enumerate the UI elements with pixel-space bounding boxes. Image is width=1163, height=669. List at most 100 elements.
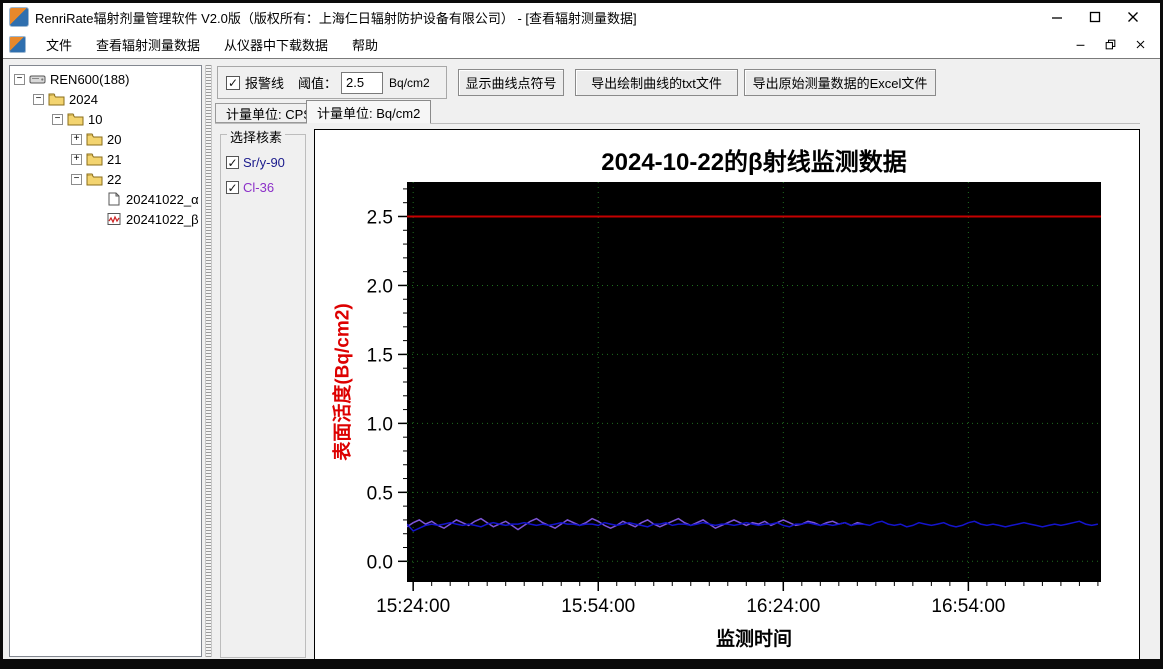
nuclide-select-panel: 选择核素 ✓ Sr/y-90 ✓ Cl-36 [220, 127, 306, 658]
window-controls [1038, 6, 1160, 28]
tree-item-label: 20241022_α [126, 191, 199, 207]
nuclide-panel-title: 选择核素 [227, 127, 286, 146]
menu-item-1[interactable]: 查看辐射测量数据 [84, 31, 212, 58]
restore-icon [1105, 39, 1115, 50]
x-tick-label: 15:54:00 [561, 596, 635, 617]
panel-splitter[interactable] [205, 65, 212, 657]
threshold-unit-label: Bq/cm2 [389, 75, 430, 90]
y-tick-label: 1.0 [367, 414, 393, 435]
folder-icon [86, 132, 103, 146]
app-window: RenriRate辐射剂量管理软件 V2.0版（版权所有：上海仁日辐射防护设备有… [0, 0, 1163, 669]
tree-item-label: REN600(188) [50, 71, 130, 87]
maximize-icon [1089, 11, 1101, 23]
app-logo-icon [9, 7, 29, 27]
tree-item-20[interactable]: +20 [10, 129, 201, 149]
mdi-close-button[interactable] [1130, 37, 1150, 53]
maximize-button[interactable] [1076, 6, 1114, 28]
menu-item-2[interactable]: 从仪器中下载数据 [212, 31, 340, 58]
close-button[interactable] [1114, 6, 1152, 28]
x-tick-label: 16:24:00 [746, 596, 820, 617]
chart-title: 2024-10-22的β射线监测数据 [601, 149, 907, 176]
tree-item-label: 20 [107, 131, 122, 147]
minimize-button[interactable] [1038, 6, 1076, 28]
x-tick-label: 16:54:00 [931, 596, 1005, 617]
mdi-window-controls [1070, 37, 1160, 53]
nuclide-checkbox-Sr/y-90[interactable]: ✓ [226, 156, 239, 169]
menu-item-0[interactable]: 文件 [34, 31, 84, 58]
mdi-child-icon [9, 36, 26, 53]
folder-icon [86, 172, 103, 186]
file-icon [105, 192, 122, 206]
tree-item-REN600(188)[interactable]: − REN600(188) [10, 69, 201, 89]
x-axis-label: 监测时间 [715, 629, 793, 650]
mdi-minimize-button[interactable] [1070, 37, 1090, 53]
nuclide-row-Sr/y-90: ✓ Sr/y-90 [226, 155, 305, 170]
folder-icon [86, 152, 103, 166]
device-icon [29, 72, 46, 86]
minimize-icon [1076, 44, 1084, 46]
tree-item-22[interactable]: − 22 [10, 169, 201, 189]
y-tick-label: 2.5 [367, 207, 393, 228]
x-tick-label: 15:24:00 [376, 596, 450, 617]
nuclide-label: Sr/y-90 [243, 155, 285, 170]
tree-item-20241022_α[interactable]: 20241022_α [10, 189, 201, 209]
nuclide-label: Cl-36 [243, 180, 275, 195]
tree-minus-expander-icon[interactable]: − [33, 93, 44, 105]
title-bar: RenriRate辐射剂量管理软件 V2.0版（版权所有：上海仁日辐射防护设备有… [3, 3, 1160, 31]
threshold-label: 阈值： [298, 76, 338, 91]
tree-minus-expander-icon[interactable]: − [71, 173, 82, 185]
tree-plus-expander-icon[interactable]: + [71, 153, 82, 165]
tree-item-label: 10 [88, 111, 103, 127]
chart-panel: 15:24:00 15:54:00 16:24:00 16:54:00 0.0 0.5 1.… [314, 129, 1140, 662]
alarm-line-label: 报警线 [245, 76, 285, 91]
tree-item-label: 2024 [69, 91, 98, 107]
y-tick-label: 2.0 [367, 276, 393, 297]
export-txt-button[interactable]: 导出绘制曲线的txt文件 [575, 69, 738, 96]
threshold-input[interactable] [341, 71, 384, 94]
tree-item-21[interactable]: +21 [10, 149, 201, 169]
tree-item-label: 20241022_β [126, 211, 199, 227]
window-title: RenriRate辐射剂量管理软件 V2.0版（版权所有：上海仁日辐射防护设备有… [35, 10, 637, 26]
tree-item-label: 22 [107, 171, 122, 187]
mdi-restore-button[interactable] [1100, 37, 1120, 53]
close-icon [1128, 12, 1138, 22]
minimize-icon [1052, 17, 1062, 19]
menu-bar: 文件 查看辐射测量数据 从仪器中下载数据 帮助 [3, 31, 1160, 59]
folder-icon [48, 92, 65, 106]
close-icon [1136, 40, 1144, 49]
chart-icon [105, 212, 122, 226]
tree-item-label: 21 [107, 151, 122, 167]
tree-item-2024[interactable]: − 2024 [10, 89, 201, 109]
tab-unit-bqcm2[interactable]: 计量单位: Bq/cm2 [306, 100, 432, 124]
chart-plot-svg: 15:24:00 15:54:00 16:24:00 16:54:00 0.0 0.5 1.… [367, 182, 1101, 617]
window-bottom-border [3, 659, 1160, 666]
show-curve-points-button[interactable]: 显示曲线点符号 [458, 69, 564, 96]
nuclide-checkbox-Cl-36[interactable]: ✓ [226, 181, 239, 194]
export-excel-button[interactable]: 导出原始测量数据的Excel文件 [744, 69, 936, 96]
nuclide-list: ✓ Sr/y-90 ✓ Cl-36 [221, 155, 305, 195]
nuclide-row-Cl-36: ✓ Cl-36 [226, 180, 305, 195]
device-data-tree: − REN600(188) −2024−10 +20 +21−22 20241022_α 2… [9, 65, 202, 657]
y-tick-label: 0.0 [367, 552, 393, 573]
tree-item-20241022_β[interactable]: 20241022_β [10, 209, 201, 229]
folder-icon [67, 112, 84, 126]
tree-minus-expander-icon[interactable]: − [52, 113, 63, 125]
menu-item-3[interactable]: 帮助 [340, 31, 390, 58]
tree-item-10[interactable]: − 10 [10, 109, 201, 129]
alarm-line-group: ✓ 报警线 阈值： Bq/cm2 [217, 66, 447, 99]
y-tick-label: 1.5 [367, 345, 393, 366]
plot-area [407, 182, 1101, 582]
y-tick-label: 0.5 [367, 483, 393, 504]
y-axis-label: 表面活度(Bq/cm2) [332, 303, 354, 461]
alarm-line-checkbox[interactable]: ✓ [226, 75, 240, 90]
tree-plus-expander-icon[interactable]: + [71, 133, 82, 145]
menu-items: 文件 查看辐射测量数据 从仪器中下载数据 帮助 [34, 31, 390, 58]
tree-minus-expander-icon[interactable]: − [14, 73, 25, 85]
